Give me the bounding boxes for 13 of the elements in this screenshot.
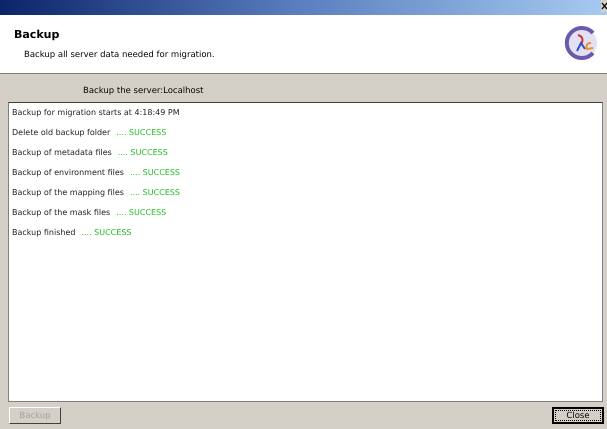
log-line: Backup finished .... SUCCESS — [12, 228, 132, 237]
log-line: Backup of the mask files .... SUCCESS — [12, 208, 168, 217]
header-subtitle: Backup all server data needed for migration. — [23, 50, 215, 60]
log-line: Backup for migration starts at 4:18:49 PM — [12, 108, 181, 117]
log-line: Backup of environment files .... SUCCESS — [12, 168, 181, 177]
header-title: Backup — [14, 28, 60, 41]
log-line: Backup of metadata files .... SUCCESS — [12, 148, 169, 157]
close-icon[interactable] — [601, 0, 607, 12]
server-label: Backup the server:Localhost — [82, 85, 205, 98]
log-line: Delete old backup folder .... SUCCESS — [12, 128, 168, 137]
close-button[interactable]: Close — [552, 407, 604, 424]
log-line: Backup of the mapping files .... SUCCESS — [12, 188, 181, 197]
logo-icon — [563, 25, 599, 61]
